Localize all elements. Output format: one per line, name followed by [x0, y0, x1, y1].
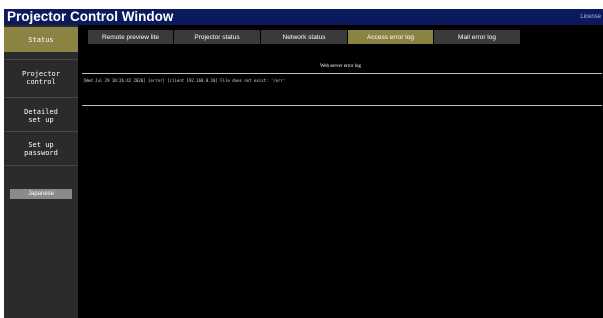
divider-bottom	[82, 105, 602, 106]
window-title: Projector Control Window	[7, 9, 174, 24]
section-heading: Web server error log	[319, 64, 362, 69]
sidebar-divider	[4, 165, 78, 166]
sidebar-item-setup-password[interactable]: Set up password	[4, 136, 78, 162]
sidebar-divider	[4, 97, 78, 98]
tab-access-error-log[interactable]: Access error log	[348, 30, 433, 44]
sidebar-divider	[4, 131, 78, 132]
sidebar: Status Projector control Detailed set up…	[4, 25, 78, 318]
sidebar-divider	[4, 59, 78, 60]
tab-bar: Remote preview lite Projector status Net…	[78, 25, 603, 61]
divider-top	[82, 73, 602, 74]
sidebar-item-projector-control[interactable]: Projector control	[4, 65, 78, 91]
sidebar-item-status[interactable]: Status	[4, 27, 78, 52]
projector-control-window: Projector Control Window License Status …	[4, 9, 603, 318]
tab-remote-preview-lite[interactable]: Remote preview lite	[88, 30, 173, 44]
main-panel: Remote preview lite Projector status Net…	[78, 25, 603, 318]
tab-network-status[interactable]: Network status	[261, 30, 347, 44]
tab-mail-error-log[interactable]: Mail error log	[434, 30, 520, 44]
license-link[interactable]: License	[580, 12, 601, 22]
sidebar-item-detailed-setup[interactable]: Detailed set up	[4, 103, 78, 129]
tab-projector-status[interactable]: Projector status	[174, 30, 260, 44]
japanese-language-button[interactable]: Japanese	[10, 189, 72, 199]
log-entry: [Wed Jul 29 10:26:42 2020] [error] [clie…	[83, 78, 286, 83]
title-bar: Projector Control Window License	[4, 9, 603, 25]
